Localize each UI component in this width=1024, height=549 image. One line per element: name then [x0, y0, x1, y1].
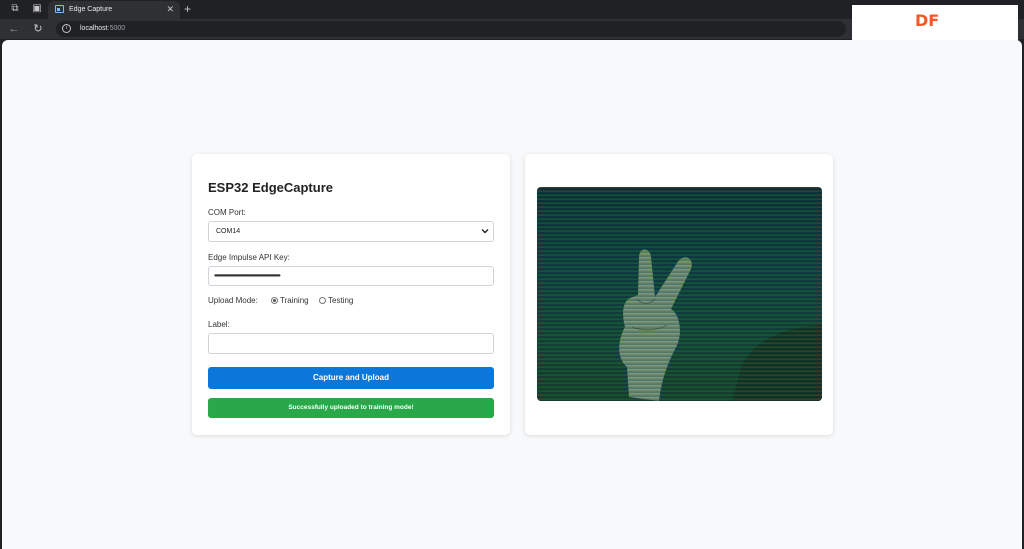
label-input[interactable]	[208, 333, 494, 354]
testing-radio[interactable]	[319, 297, 326, 304]
url-port: :5000	[107, 25, 126, 32]
capture-and-upload-button[interactable]: Capture and Upload	[208, 367, 494, 389]
api-key-masked-value: ••••••••••••••••••••••••••••••••••••••••…	[214, 271, 281, 280]
api-key-input[interactable]: ••••••••••••••••••••••••••••••••••••••••…	[208, 266, 494, 286]
page-favicon-icon	[55, 5, 64, 13]
com-port-select[interactable]: COM14	[208, 221, 494, 242]
training-radio-label[interactable]: Training	[280, 296, 309, 305]
scanline-noise	[537, 187, 822, 401]
label-field-label: Label:	[208, 320, 230, 329]
page-viewport: ESP32 EdgeCapture COM Port: COM14 Edge I…	[2, 40, 1022, 549]
preview-card	[525, 154, 833, 435]
url-host: localhost	[80, 25, 108, 32]
site-info-icon[interactable]: i	[62, 24, 71, 33]
page-title: ESP32 EdgeCapture	[208, 180, 333, 195]
com-port-value: COM14	[216, 228, 241, 235]
training-radio[interactable]	[271, 297, 278, 304]
close-tab-icon[interactable]: ✕	[166, 4, 174, 15]
tab-actions-icon[interactable]: ▣	[31, 3, 43, 15]
address-bar[interactable]: i localhost:5000	[56, 21, 846, 37]
browser-tab[interactable]: Edge Capture ✕	[48, 1, 180, 19]
capture-form-card: ESP32 EdgeCapture COM Port: COM14 Edge I…	[192, 154, 510, 435]
back-icon[interactable]: ←	[7, 22, 21, 36]
upload-mode-label: Upload Mode:	[208, 296, 258, 305]
camera-preview-image	[537, 187, 822, 401]
testing-radio-label[interactable]: Testing	[328, 296, 353, 305]
watermark-logo-box: DF	[852, 5, 1018, 43]
df-logo: DF	[915, 11, 940, 30]
chevron-down-icon	[481, 229, 489, 234]
workspaces-icon[interactable]: ⧉	[9, 3, 21, 15]
tab-title: Edge Capture	[69, 6, 113, 13]
com-port-label: COM Port:	[208, 208, 246, 217]
url-text: localhost:5000	[80, 24, 125, 34]
api-key-label: Edge Impulse API Key:	[208, 253, 290, 262]
new-tab-icon[interactable]: +	[184, 1, 191, 17]
status-success-alert: Successfully uploaded to training mode!	[208, 398, 494, 418]
reload-icon[interactable]: ↻	[31, 22, 45, 36]
